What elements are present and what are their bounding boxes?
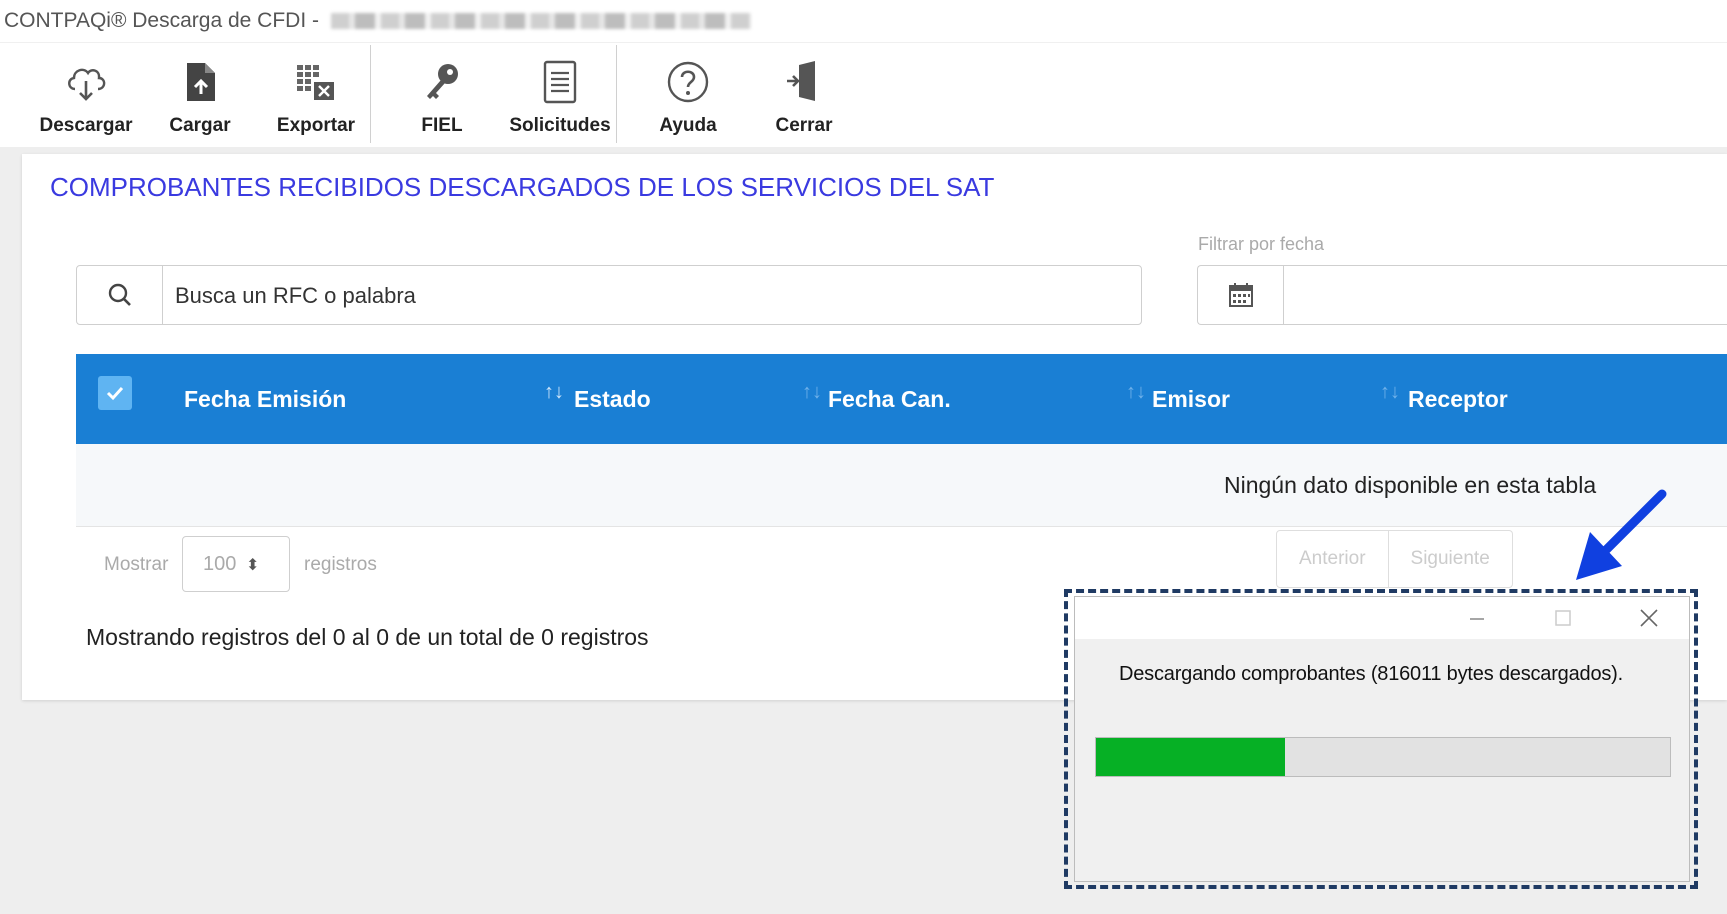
title-bar: CONTPAQi® Descarga de CFDI - bbox=[0, 0, 1727, 42]
search-icon bbox=[108, 283, 131, 306]
page-size-select[interactable]: 100 ⬍ bbox=[182, 536, 290, 592]
column-receptor[interactable]: Receptor bbox=[1408, 354, 1508, 444]
column-fecha-emision[interactable]: Fecha Emisión bbox=[184, 354, 346, 444]
descargar-button[interactable]: Descargar bbox=[36, 51, 136, 143]
download-progress-dialog: Descargando comprobantes (816011 bytes d… bbox=[1074, 596, 1690, 882]
help-circle-icon bbox=[667, 61, 709, 103]
column-estado[interactable]: Estado bbox=[574, 354, 651, 444]
exportar-button[interactable]: Exportar bbox=[266, 51, 366, 143]
solicitudes-button[interactable]: Solicitudes bbox=[508, 51, 612, 143]
exit-door-icon bbox=[787, 61, 815, 101]
download-progress-bar bbox=[1095, 737, 1671, 777]
cargar-button[interactable]: Cargar bbox=[150, 51, 250, 143]
updown-caret-icon: ⬍ bbox=[245, 557, 260, 574]
close-icon bbox=[1640, 609, 1658, 627]
window-title: CONTPAQi® Descarga de CFDI - bbox=[4, 9, 325, 32]
page-size-value: 100 bbox=[203, 553, 237, 575]
sort-icon[interactable]: ↑↓ bbox=[802, 382, 822, 402]
download-progress-fill bbox=[1096, 738, 1286, 776]
dialog-title-bar bbox=[1075, 597, 1689, 639]
cloud-download-icon bbox=[68, 68, 106, 101]
pager: Anterior Siguiente bbox=[1276, 530, 1513, 588]
search-box bbox=[76, 265, 1142, 326]
search-input[interactable] bbox=[173, 266, 1117, 326]
toolbar: Descargar Cargar Exportar FIEL Solicitud… bbox=[0, 42, 1727, 147]
next-page-button[interactable]: Siguiente bbox=[1388, 530, 1513, 588]
download-status-message: Descargando comprobantes (816011 bytes d… bbox=[1119, 663, 1623, 685]
calendar-button[interactable] bbox=[1198, 266, 1284, 324]
excel-export-icon bbox=[297, 65, 334, 100]
maximize-button[interactable] bbox=[1543, 601, 1583, 635]
select-all-checkbox[interactable] bbox=[98, 376, 132, 410]
date-filter-label: Filtrar por fecha bbox=[1198, 234, 1325, 254]
column-emisor[interactable]: Emisor bbox=[1152, 354, 1230, 444]
table-body: Ningún dato disponible en esta tabla bbox=[76, 444, 1727, 527]
show-label: Mostrar bbox=[104, 554, 169, 575]
file-upload-icon bbox=[187, 63, 215, 101]
document-list-icon bbox=[543, 60, 577, 104]
sort-icon[interactable]: ↑↓ bbox=[1380, 382, 1400, 402]
arrow-annotation-icon bbox=[1576, 489, 1667, 580]
page-title: COMPROBANTES RECIBIDOS DESCARGADOS DE LO… bbox=[50, 172, 995, 202]
sort-icon[interactable]: ↑↓ bbox=[544, 382, 564, 402]
app-window: CONTPAQi® Descarga de CFDI - Descargar C… bbox=[0, 0, 1727, 914]
search-button[interactable] bbox=[77, 266, 163, 324]
ayuda-button[interactable]: Ayuda bbox=[638, 51, 738, 143]
table-header: Fecha Emisión ↑↓ Estado ↑↓ Fecha Can. ↑↓… bbox=[76, 354, 1727, 444]
empty-table-message: Ningún dato disponible en esta tabla bbox=[1224, 472, 1597, 498]
redacted-title-info bbox=[330, 13, 751, 30]
previous-page-button[interactable]: Anterior bbox=[1276, 530, 1389, 588]
toolbar-separator bbox=[616, 45, 617, 143]
key-icon bbox=[427, 64, 458, 99]
column-fecha-can[interactable]: Fecha Can. bbox=[828, 354, 951, 444]
calendar-icon bbox=[1228, 283, 1253, 307]
toolbar-separator bbox=[370, 45, 371, 143]
check-icon bbox=[106, 386, 124, 401]
fiel-button[interactable]: FIEL bbox=[392, 51, 492, 143]
records-label: registros bbox=[304, 554, 377, 575]
sort-icon[interactable]: ↑↓ bbox=[1126, 382, 1146, 402]
minimize-button[interactable] bbox=[1457, 601, 1497, 635]
close-button[interactable] bbox=[1629, 601, 1669, 635]
cerrar-button[interactable]: Cerrar bbox=[754, 51, 854, 143]
records-summary: Mostrando registros del 0 al 0 de un tot… bbox=[86, 624, 649, 650]
date-filter bbox=[1197, 265, 1727, 325]
minimize-icon bbox=[1470, 618, 1484, 620]
maximize-icon bbox=[1555, 610, 1571, 626]
